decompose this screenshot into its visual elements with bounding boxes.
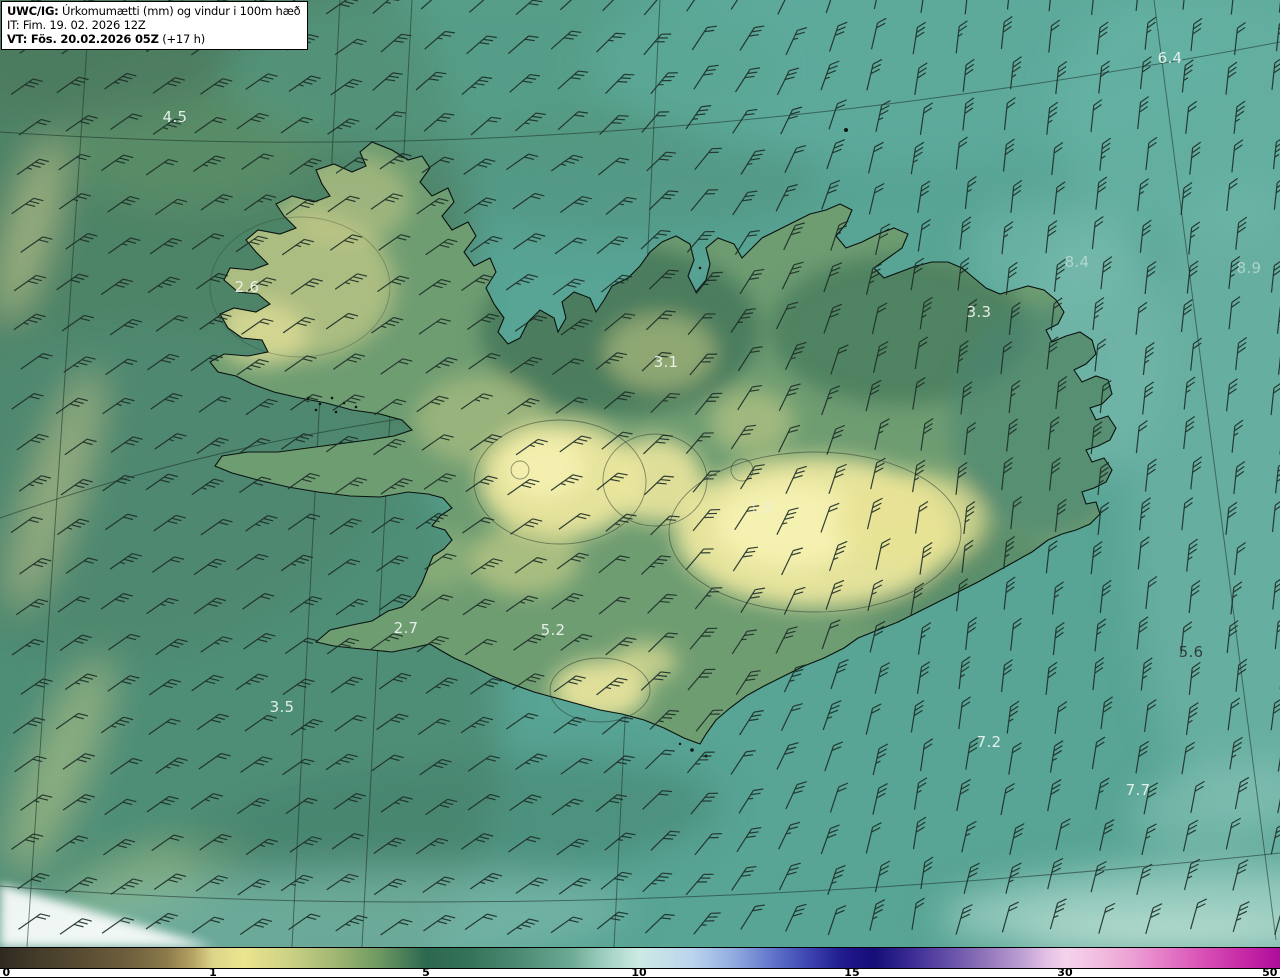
- title-line-valid: VT: Fös. 20.02.2026 05Z (+17 h): [7, 32, 301, 46]
- product-name: Úrkomumætti (mm) og vindur i 100m hæð: [58, 4, 301, 18]
- model-id: UWC/IG:: [7, 4, 59, 18]
- weather-map-screenshot: 4.5 6.4 2.6 8.4 8.9 3.3 3.1 1.0 2.7 5.2 3.5 5.6 7.2 7…: [0, 0, 1280, 978]
- colorbar-tick-label: 5: [422, 966, 430, 978]
- colorbar-tick-label: 15: [844, 966, 860, 978]
- colorbar-tick-labels: 0 1 5 10 15 30 50: [0, 966, 1280, 978]
- title-line-init: IT: Fim. 19. 02. 2026 12Z: [7, 18, 146, 32]
- lead-time: (+17 h): [158, 32, 205, 46]
- colorbar-tick-label: 1: [209, 966, 217, 978]
- title-box: UWC/IG: Úrkomumætti (mm) og vindur i 100…: [1, 1, 308, 50]
- colorbar-tick-label: 50: [1262, 966, 1278, 978]
- colorbar-tick-label: 0: [2, 966, 11, 978]
- weather-map: [0, 0, 1280, 947]
- title-line-product: UWC/IG: Úrkomumætti (mm) og vindur i 100…: [7, 4, 301, 18]
- valid-time: VT: Fös. 20.02.2026 05Z: [7, 32, 159, 46]
- colorbar-tick-label: 30: [1057, 966, 1073, 978]
- colorbar-tick-label: 10: [631, 966, 647, 978]
